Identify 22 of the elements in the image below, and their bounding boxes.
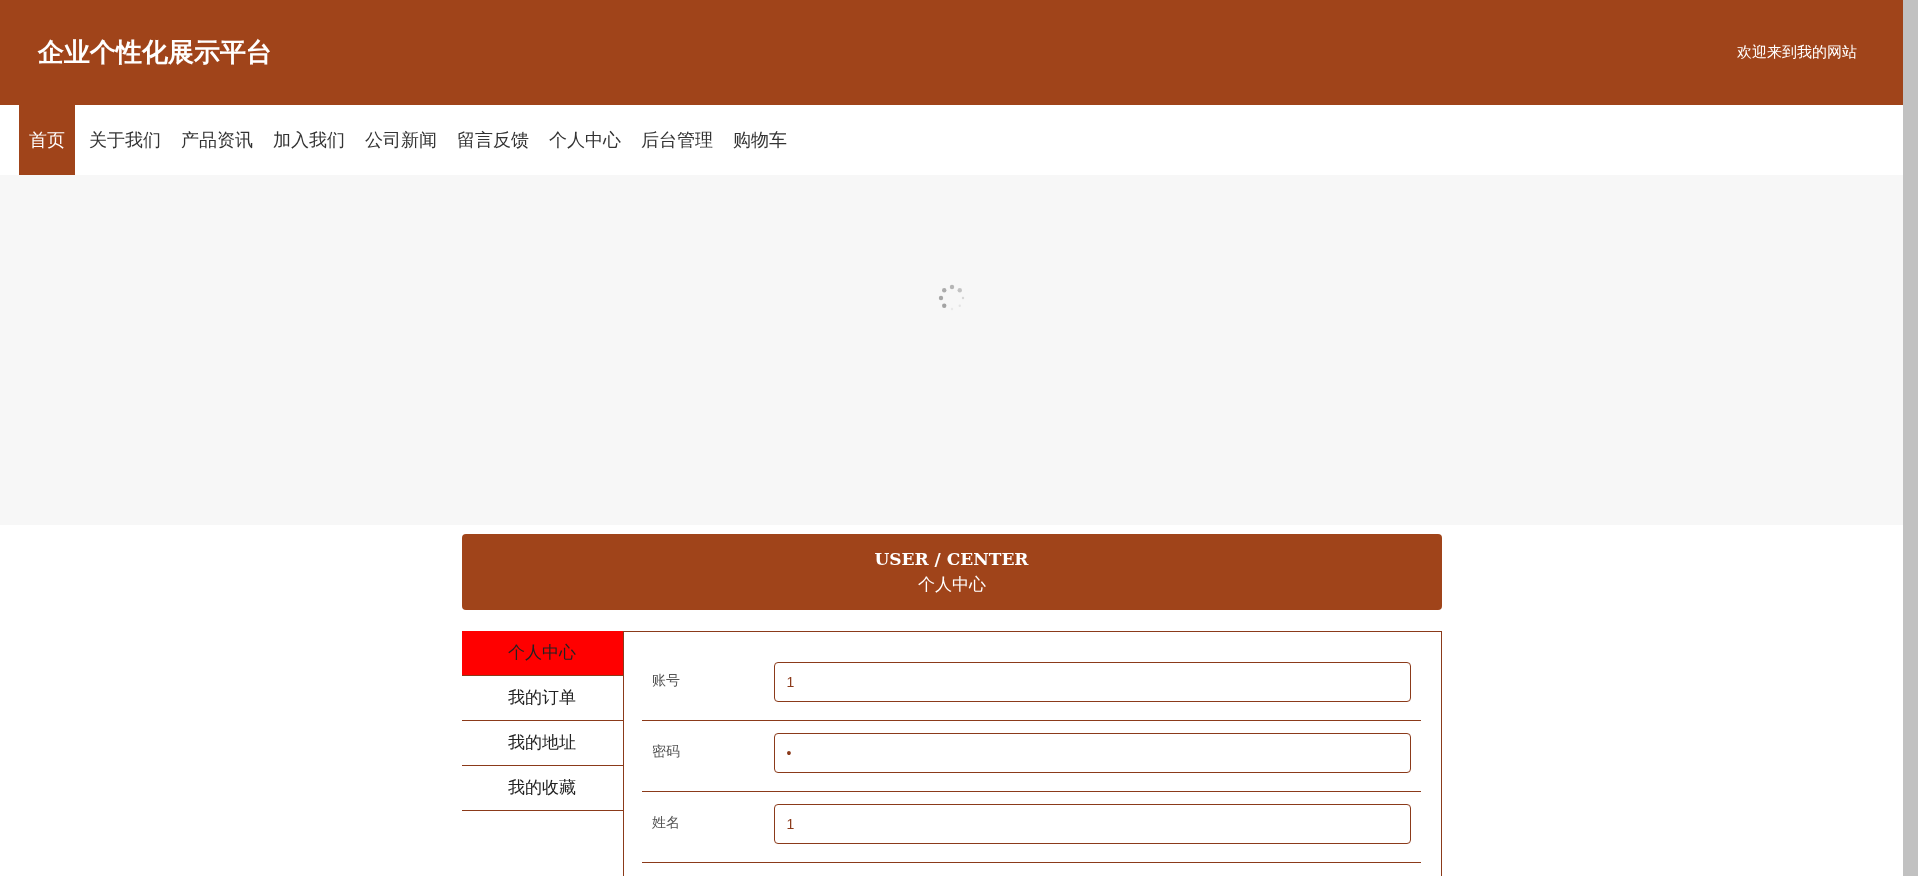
field-label: 账号 <box>651 671 681 690</box>
nav-tab[interactable]: 个人中心 <box>543 105 627 175</box>
nav-tab[interactable]: 加入我们 <box>267 105 351 175</box>
sidebar-item[interactable]: 个人中心 <box>461 631 623 676</box>
nav-tab[interactable]: 产品资讯 <box>175 105 259 175</box>
field-label: 姓名 <box>651 813 681 832</box>
field-label: 密码 <box>651 742 681 761</box>
welcome-text: 欢迎来到我的网站 <box>1737 42 1857 64</box>
nav-tab[interactable]: 关于我们 <box>83 105 167 175</box>
nav-tab[interactable]: 留言反馈 <box>451 105 535 175</box>
input-field[interactable]: 1 <box>773 662 1411 702</box>
nav-tab[interactable]: 后台管理 <box>635 105 719 175</box>
nav-tab[interactable]: 公司新闻 <box>359 105 443 175</box>
scrollbar[interactable] <box>1903 0 1918 876</box>
input-field[interactable]: 1 <box>773 804 1411 844</box>
nav-tab[interactable]: 购物车 <box>727 105 793 175</box>
section-title-english: USER / CENTER <box>874 547 1029 571</box>
nav-tab[interactable]: 首页 <box>19 105 75 175</box>
input-field[interactable]: • <box>773 733 1411 773</box>
section-title-chinese: 个人中心 <box>917 573 986 596</box>
loading-spinner-icon <box>936 283 967 313</box>
site-title: 企业个性化展示平台 <box>38 36 272 69</box>
